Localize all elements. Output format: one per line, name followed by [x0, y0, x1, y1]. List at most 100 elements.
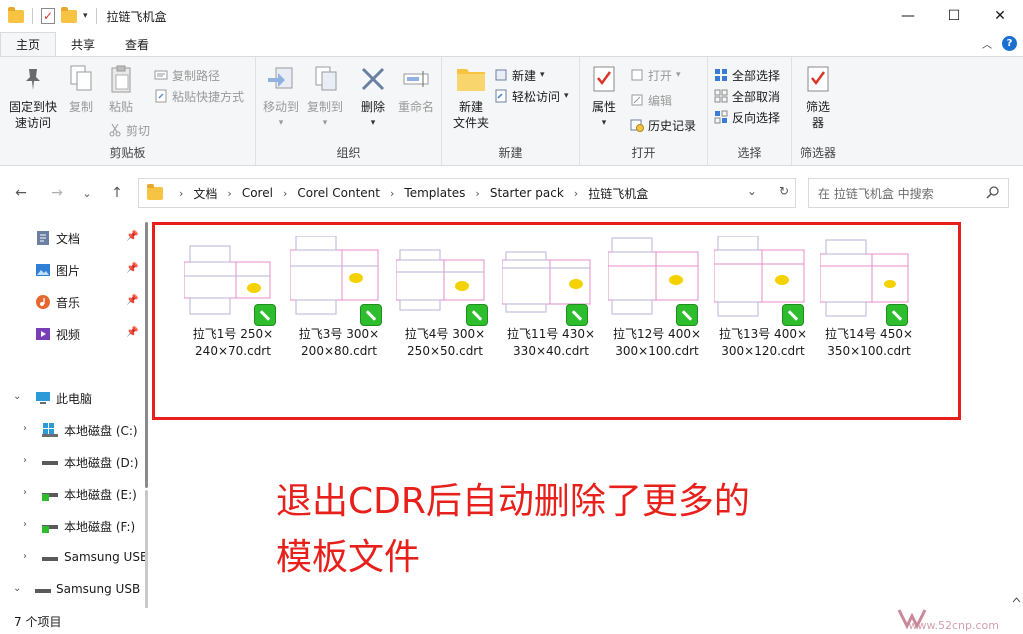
- breadcrumb-starter-pack[interactable]: Starter pack: [490, 186, 564, 200]
- paste-shortcut-button[interactable]: 粘贴快捷方式: [154, 86, 244, 106]
- highlight-frame: [152, 222, 961, 420]
- chevron-right-icon[interactable]: ›: [23, 487, 27, 498]
- properties-quick-icon[interactable]: ✓: [41, 8, 55, 24]
- paste-icon: [105, 63, 137, 95]
- chevron-down-icon[interactable]: ⌄: [13, 391, 21, 402]
- chevron-right-icon[interactable]: ›: [23, 423, 27, 434]
- move-to-button[interactable]: 移动到 ▾: [260, 63, 302, 131]
- easy-access-icon: [495, 89, 507, 103]
- copy-button[interactable]: 复制: [62, 63, 100, 115]
- invert-selection-button[interactable]: 反向选择: [714, 107, 780, 127]
- organize-group-label: 组织: [336, 146, 361, 160]
- breadcrumb-templates[interactable]: Templates: [404, 186, 465, 200]
- tab-share[interactable]: 共享: [56, 32, 110, 56]
- new-item-button[interactable]: 新建 ▾: [494, 65, 545, 85]
- chevron-right-icon[interactable]: ›: [23, 455, 27, 466]
- breadcrumb-documents[interactable]: 文档: [193, 185, 217, 202]
- up-button[interactable]: ↑: [106, 182, 128, 204]
- watermark-text: www.52cnp.com: [908, 619, 999, 632]
- recent-locations-icon[interactable]: ⌄: [76, 182, 98, 204]
- easy-access-button[interactable]: 轻松访问 ▾: [494, 86, 569, 106]
- sidebar-scrollbar-track[interactable]: [145, 490, 148, 610]
- breadcrumb-corel[interactable]: Corel: [242, 186, 273, 200]
- address-bar[interactable]: › 文档 › Corel › Corel Content › Templates…: [138, 178, 796, 208]
- forward-button[interactable]: →: [46, 182, 68, 204]
- drive-icon: [42, 493, 58, 501]
- tab-home[interactable]: 主页: [0, 32, 57, 56]
- copy-path-button[interactable]: 复制路径: [154, 65, 220, 85]
- usb-drive-icon: [42, 557, 58, 561]
- copy-to-button[interactable]: 复制到 ▾: [304, 63, 346, 131]
- rename-button[interactable]: 重命名: [394, 63, 438, 115]
- sidebar-item-music[interactable]: 音乐 📌: [0, 286, 150, 318]
- customize-toolbar-icon[interactable]: ▾: [83, 11, 88, 21]
- pin-label: 固定到快 速访问: [8, 100, 57, 130]
- navigation-bar: ← → ⌄ ↑ › 文档 › Corel › Corel Content › T…: [0, 172, 1023, 214]
- sidebar-item-drive-c[interactable]: › 本地磁盘 (C:): [0, 414, 150, 446]
- chevron-down-icon[interactable]: ⌄: [13, 583, 21, 594]
- sidebar-item-drive-d[interactable]: › 本地磁盘 (D:): [0, 446, 150, 478]
- select-none-button[interactable]: 全部取消: [714, 86, 780, 106]
- back-button[interactable]: ←: [10, 182, 32, 204]
- tab-view[interactable]: 查看: [110, 32, 164, 56]
- pin-icon[interactable]: 📌: [126, 263, 138, 274]
- status-bar: 7 个项目: [0, 608, 1023, 634]
- maximize-button[interactable]: ☐: [931, 0, 977, 32]
- delete-x-icon: [357, 63, 389, 95]
- cut-button[interactable]: 剪切: [108, 120, 150, 140]
- properties-button[interactable]: 属性 ▾: [586, 63, 622, 131]
- refresh-icon[interactable]: ↻: [779, 184, 789, 198]
- sidebar-item-usb-1[interactable]: › Samsung USB: [0, 542, 150, 574]
- content-scrollbar[interactable]: [1010, 214, 1023, 608]
- scrollbar-arrows-icon: [1012, 597, 1021, 603]
- address-dropdown-icon[interactable]: ⌄: [747, 184, 757, 198]
- computer-icon: [36, 392, 50, 404]
- pin-quick-access-button[interactable]: 固定到快 速访问: [4, 63, 62, 131]
- delete-button[interactable]: 删除 ▾: [354, 63, 392, 131]
- move-to-icon: [265, 63, 297, 95]
- sidebar-item-documents[interactable]: 文档 📌: [0, 222, 150, 254]
- select-group-label: 选择: [737, 146, 762, 160]
- paste-button[interactable]: 粘贴: [102, 63, 140, 115]
- organize-group: 移动到 ▾ 复制到 ▾ 删除 ▾ 重命名 组织: [256, 57, 442, 165]
- history-button[interactable]: 历史记录: [630, 115, 696, 135]
- select-all-button[interactable]: 全部选择: [714, 65, 780, 85]
- minimize-button[interactable]: —: [885, 0, 931, 32]
- paste-label: 粘贴: [108, 100, 133, 114]
- video-icon: [36, 328, 50, 340]
- select-all-icon: [715, 69, 727, 81]
- chevron-right-icon[interactable]: ›: [23, 551, 27, 562]
- help-icon[interactable]: ?: [1002, 36, 1017, 51]
- collapse-ribbon-icon[interactable]: ︿: [982, 36, 992, 51]
- sidebar-scrollbar[interactable]: [145, 222, 148, 488]
- chevron-right-icon[interactable]: ›: [23, 519, 27, 530]
- sidebar-item-pictures[interactable]: 图片 📌: [0, 254, 150, 286]
- breadcrumb-current[interactable]: 拉链飞机盒: [588, 185, 648, 202]
- sidebar-item-this-pc[interactable]: ⌄ 此电脑: [0, 382, 150, 414]
- new-folder-button[interactable]: 新建 文件夹: [446, 63, 496, 131]
- clipboard-group: 固定到快 速访问 复制 粘贴 复制路径 粘贴快捷方式 剪切 剪贴板: [0, 57, 256, 165]
- drive-icon: [42, 525, 58, 533]
- pin-icon[interactable]: 📌: [126, 231, 138, 242]
- filter-button[interactable]: 筛选 器: [798, 63, 838, 131]
- open-button[interactable]: 打开 ▾: [630, 65, 681, 85]
- new-folder-quick-icon[interactable]: [61, 6, 77, 23]
- close-button[interactable]: ✕: [977, 0, 1023, 32]
- navigation-pane: 文档 📌 图片 📌 音乐 📌 视频 📌 ⌄ 此电脑 › 本地磁盘 (C:) › …: [0, 214, 150, 610]
- usb-drive-icon: [35, 589, 51, 593]
- drive-icon: [42, 461, 58, 465]
- sidebar-item-drive-f[interactable]: › 本地磁盘 (F:): [0, 510, 150, 542]
- copy-icon: [65, 63, 97, 95]
- pin-icon[interactable]: 📌: [126, 295, 138, 306]
- pin-icon[interactable]: 📌: [126, 327, 138, 338]
- breadcrumb-corel-content[interactable]: Corel Content: [297, 186, 380, 200]
- properties-check-icon: [588, 63, 620, 95]
- edit-button[interactable]: 编辑: [630, 90, 672, 110]
- sidebar-item-videos[interactable]: 视频 📌: [0, 318, 150, 350]
- window-title: 拉链飞机盒: [106, 9, 167, 24]
- item-count: 7 个项目: [14, 614, 62, 629]
- search-box[interactable]: 在 拉链飞机盒 中搜索: [808, 178, 1009, 208]
- sidebar-item-drive-e[interactable]: › 本地磁盘 (E:): [0, 478, 150, 510]
- sidebar-item-usb-2[interactable]: ⌄ Samsung USB: [0, 574, 150, 606]
- new-item-icon: [495, 69, 507, 81]
